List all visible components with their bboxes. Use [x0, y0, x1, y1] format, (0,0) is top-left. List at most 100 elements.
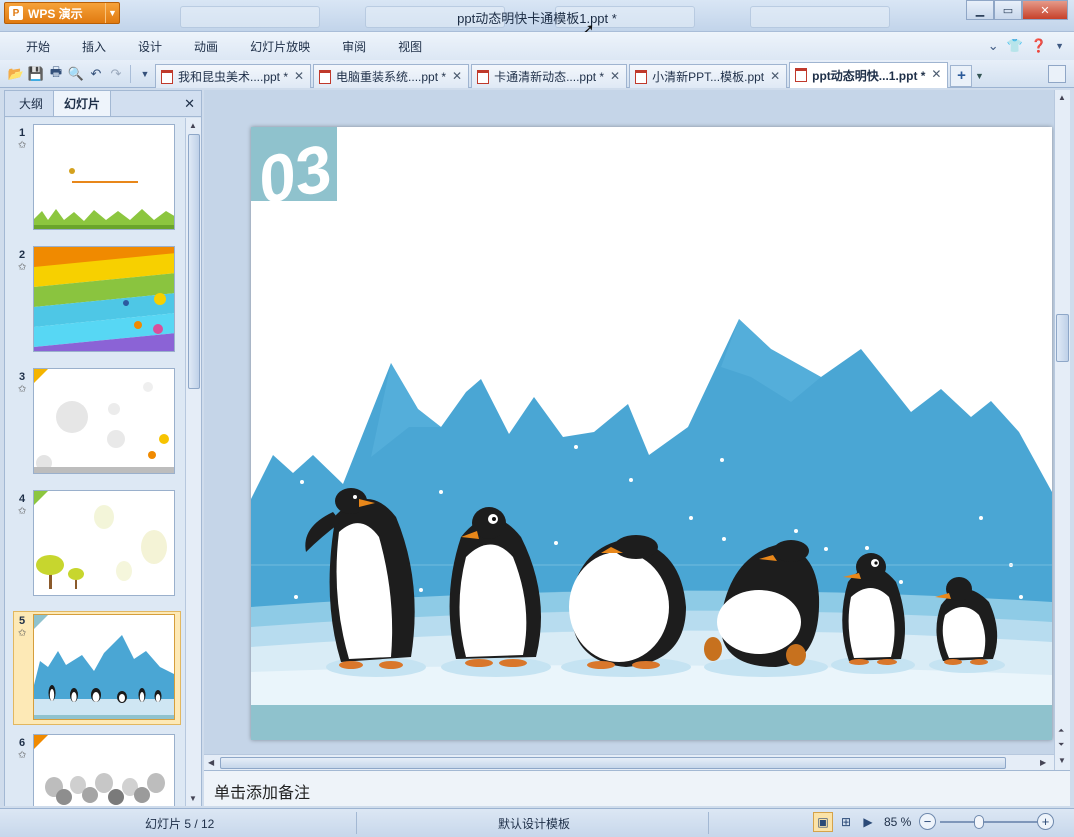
slide-number: 2	[19, 249, 26, 261]
slide-thumbnail-selected[interactable]	[33, 614, 175, 720]
slide-thumbnail[interactable]	[33, 490, 175, 596]
editor-vertical-scrollbar[interactable]: ▲ ⏶ ⏷ ▼	[1054, 90, 1070, 770]
ppt-file-icon	[477, 69, 490, 84]
slide-thumbnail[interactable]	[33, 246, 175, 352]
slide-thumbnail-art	[34, 615, 174, 719]
menu-home[interactable]: 开始	[10, 38, 66, 55]
zoom-in-button[interactable]: +	[1037, 813, 1054, 830]
doc-tab[interactable]: 我和昆虫美术....ppt * ✕	[155, 63, 312, 88]
animation-star-icon: ✩	[18, 140, 27, 151]
slide-number: 6	[19, 737, 26, 749]
menu-slideshow[interactable]: 幻灯片放映	[234, 38, 326, 55]
scroll-down-arrow-icon[interactable]: ▼	[1058, 756, 1066, 765]
title-bar: P WPS 演示 ▼ ppt动态明快卡通模板1.ppt * ➚ ▁ ▭ ✕	[0, 0, 1074, 38]
slide-thumbnail-art	[34, 247, 174, 351]
doc-tab-label: 电脑重装系统....ppt *	[336, 69, 447, 84]
doc-tab-label: ppt动态明快...1.ppt *	[812, 68, 926, 83]
close-icon[interactable]: ✕	[610, 69, 620, 83]
menu-bar: 开始 插入 设计 动画 幻灯片放映 审阅 视图 ⌄ 👕 ❓ ▼	[0, 32, 1074, 60]
tab-outline[interactable]: 大纲	[9, 91, 53, 116]
slide-thumbnail-art	[34, 125, 174, 229]
window-controls: ▁ ▭ ✕	[966, 0, 1068, 20]
section-number-text: 03	[251, 130, 338, 218]
slide-thumbnail[interactable]	[33, 124, 175, 230]
slideshow-play-icon[interactable]: ▶	[858, 812, 878, 832]
menu-right-icons: ⌄ 👕 ❓ ▼	[988, 38, 1074, 54]
doc-tab-active[interactable]: ppt动态明快...1.ppt * ✕	[789, 61, 949, 88]
notes-pane[interactable]: 单击添加备注	[204, 770, 1070, 806]
slide-number: 3	[19, 371, 26, 383]
toolbar-divider	[130, 64, 131, 83]
menu-insert[interactable]: 插入	[66, 38, 122, 55]
scroll-right-arrow-icon[interactable]: ▶	[1040, 758, 1046, 767]
slide-number: 5	[19, 615, 26, 627]
close-icon[interactable]: ✕	[770, 69, 780, 83]
scroll-down-arrow-icon[interactable]: ▼	[189, 794, 197, 803]
close-icon[interactable]: ✕	[294, 69, 304, 83]
scrollbar-thumb[interactable]	[1056, 314, 1069, 362]
doc-tab[interactable]: 卡通清新动态....ppt * ✕	[471, 63, 628, 88]
maximize-button[interactable]: ▭	[994, 0, 1022, 20]
open-folder-icon[interactable]: 📂	[6, 64, 26, 84]
scroll-up-arrow-icon[interactable]: ▲	[1058, 93, 1066, 102]
status-divider	[356, 812, 357, 834]
editor-horizontal-scrollbar[interactable]: ◀ ▶	[204, 754, 1054, 770]
notes-placeholder: 单击添加备注	[214, 785, 311, 802]
tab-slides[interactable]: 幻灯片	[53, 90, 112, 116]
undo-icon[interactable]: ↶	[86, 64, 106, 84]
save-icon[interactable]: 💾	[26, 64, 46, 84]
slides-panel: 大纲 幻灯片 ✕ 1 ✩ 2 ✩ 3 ✩ 4 ✩ 5 ✩ 6 ✩ ▲ ▼	[4, 90, 202, 806]
skin-shirt-icon[interactable]: 👕	[1007, 38, 1023, 54]
minimize-button[interactable]: ▁	[966, 0, 994, 20]
slide-thumbnail-list: 1 ✩ 2 ✩ 3 ✩ 4 ✩ 5 ✩ 6 ✩	[5, 118, 185, 806]
slide-thumbnail[interactable]	[33, 368, 175, 474]
menu-animation[interactable]: 动画	[178, 38, 234, 55]
slide-number: 1	[19, 127, 26, 139]
scroll-up-arrow-icon[interactable]: ▲	[189, 121, 197, 130]
print-preview-icon[interactable]: 🔍	[66, 64, 86, 84]
ppt-file-icon	[635, 69, 648, 84]
collapse-ribbon-icon[interactable]: ⌄	[988, 38, 999, 54]
zoom-level: 85 %	[884, 815, 912, 829]
quick-access-toolbar: 📂 💾 🖶 🔍 ↶ ↷ ▼ 我和昆虫美术....ppt * ✕ 电脑重装系统..…	[0, 60, 1074, 88]
zoom-slider-thumb[interactable]	[974, 815, 984, 829]
zoom-out-button[interactable]: −	[919, 813, 936, 830]
ppt-file-icon	[161, 69, 173, 84]
restore-window-icon[interactable]	[1048, 65, 1066, 83]
menu-review[interactable]: 审阅	[326, 38, 382, 55]
help-icon[interactable]: ❓	[1031, 38, 1047, 54]
next-slide-icon[interactable]: ⏷	[1058, 740, 1064, 750]
animation-star-icon: ✩	[18, 628, 27, 639]
slide-thumbnail[interactable]	[33, 734, 175, 806]
current-slide[interactable]: 03	[251, 127, 1052, 740]
thumbnail-scrollbar[interactable]: ▲ ▼	[185, 118, 201, 806]
slide-sorter-view-icon[interactable]: ⊞	[836, 812, 856, 832]
scrollbar-thumb[interactable]	[220, 757, 1006, 769]
tab-list-dropdown[interactable]: ▼	[972, 65, 986, 87]
close-button[interactable]: ✕	[1022, 0, 1068, 20]
redo-icon[interactable]: ↷	[106, 64, 126, 84]
chevron-down-icon[interactable]: ▼	[1055, 41, 1064, 51]
doc-tab[interactable]: 小清新PPT...模板.ppt ✕	[629, 63, 788, 88]
previous-slide-icon[interactable]: ⏶	[1058, 726, 1064, 736]
scroll-left-arrow-icon[interactable]: ◀	[208, 758, 214, 767]
menu-view[interactable]: 视图	[382, 38, 438, 55]
design-template-name[interactable]: 默认设计模板	[498, 815, 570, 832]
animation-star-icon: ✩	[18, 750, 27, 761]
close-icon[interactable]: ✕	[931, 67, 941, 81]
doc-tab-label: 小清新PPT...模板.ppt	[652, 69, 765, 84]
scrollbar-thumb[interactable]	[188, 134, 200, 389]
slide-counter: 幻灯片 5 / 12	[145, 817, 215, 831]
close-icon[interactable]: ✕	[184, 96, 195, 112]
slide-number: 4	[19, 493, 26, 505]
animation-star-icon: ✩	[18, 262, 27, 273]
customize-toolbar-icon[interactable]: ▼	[135, 64, 155, 84]
print-icon[interactable]: 🖶	[46, 64, 66, 84]
doc-tab[interactable]: 电脑重装系统....ppt * ✕	[313, 63, 470, 88]
zoom-slider-track[interactable]	[940, 821, 1040, 823]
menu-design[interactable]: 设计	[122, 38, 178, 55]
close-icon[interactable]: ✕	[452, 69, 462, 83]
normal-view-icon[interactable]: ▣	[813, 812, 833, 832]
new-tab-button[interactable]: +	[950, 64, 973, 87]
doc-tab-label: 我和昆虫美术....ppt *	[178, 69, 289, 84]
